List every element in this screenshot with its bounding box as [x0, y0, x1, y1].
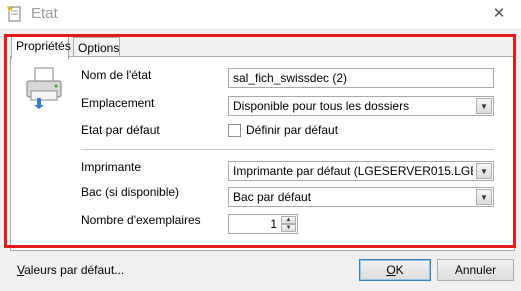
- bac-select[interactable]: Bac par défaut ▼: [228, 187, 494, 207]
- exemplaires-value: 1: [270, 217, 277, 231]
- chevron-down-icon[interactable]: ▼: [476, 163, 492, 179]
- ok-button[interactable]: OK: [359, 259, 431, 281]
- ok-mnemonic: O: [386, 263, 396, 277]
- tab-proprietes[interactable]: Propriétés: [11, 35, 71, 59]
- imprimante-select[interactable]: Imprimante par défaut (LGESERVER015.LGES…: [228, 161, 494, 181]
- tab-label: Options: [78, 41, 120, 55]
- imprimante-label: Imprimante: [81, 160, 142, 174]
- window-title: Etat: [31, 5, 58, 22]
- chevron-up-icon[interactable]: ▲: [281, 216, 296, 224]
- cancel-button[interactable]: Annuler: [437, 259, 514, 281]
- definir-defaut-checkbox[interactable]: [228, 124, 241, 137]
- nom-label: Nom de l'état: [81, 68, 152, 82]
- chevron-down-icon[interactable]: ▼: [476, 98, 492, 114]
- defaults-button[interactable]: Valeurs par défaut...: [17, 263, 124, 277]
- chevron-down-icon[interactable]: ▼: [476, 189, 492, 205]
- tab-label: Propriétés: [16, 39, 71, 53]
- emplacement-label: Emplacement: [81, 96, 155, 110]
- emplacement-select[interactable]: Disponible pour tous les dossiers ▼: [228, 96, 494, 116]
- nom-field[interactable]: sal_fich_swissdec (2): [228, 68, 494, 88]
- bac-label: Bac (si disponible): [81, 185, 180, 199]
- emplacement-value: Disponible pour tous les dossiers: [233, 99, 410, 113]
- report-icon: [7, 6, 21, 22]
- defaults-label: aleurs par défaut...: [24, 263, 125, 277]
- printer-icon: [26, 67, 62, 109]
- bac-value: Bac par défaut: [233, 190, 312, 204]
- separator: [81, 149, 494, 150]
- etat-defaut-label: Etat par défaut: [81, 123, 160, 137]
- title-bar: Etat ✕: [0, 0, 521, 30]
- imprimante-value: Imprimante par défaut (LGESERVER015.LGES…: [233, 164, 473, 178]
- definir-defaut-label[interactable]: Définir par défaut: [246, 123, 338, 137]
- properties-panel: Nom de l'état sal_fich_swissdec (2) Empl…: [10, 56, 515, 251]
- exemplaires-stepper[interactable]: 1 ▲ ▼: [228, 214, 298, 234]
- chevron-down-icon[interactable]: ▼: [281, 224, 296, 232]
- close-icon[interactable]: ✕: [489, 4, 509, 24]
- ok-label: K: [395, 263, 404, 277]
- exemplaires-label: Nombre d'exemplaires: [81, 213, 201, 227]
